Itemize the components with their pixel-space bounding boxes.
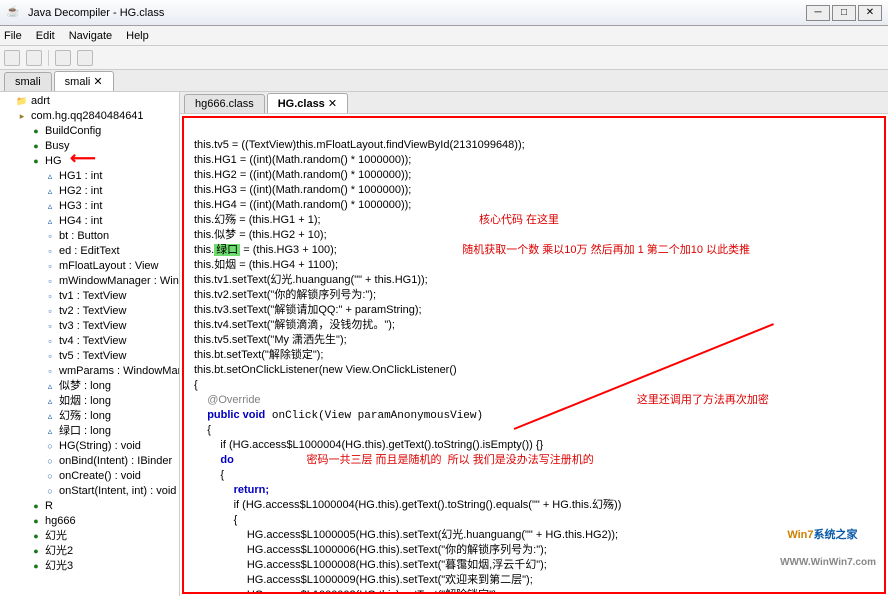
code-line: this.如烟 = (this.HG4 + 1100); [194,259,338,271]
tree-hg2[interactable]: ▵HG2 : int [44,184,177,199]
toolbar [0,46,888,70]
inner-tabbar: hg666.class HG.class ✕ [180,92,888,114]
tree-hg1[interactable]: ▵HG1 : int [44,169,177,184]
code-line: return; [234,484,269,496]
menu-help[interactable]: Help [126,30,149,42]
app-icon: ☕ [6,5,22,21]
code-line: this.HG4 = ((int)(Math.random() * 100000… [194,199,411,211]
tree-tv3[interactable]: ▫tv3 : TextView [44,319,177,334]
tree-r[interactable]: ●R [30,499,177,514]
forward-icon[interactable] [77,50,93,66]
code-line: if (HG.access$L1000004(HG.this).getText(… [220,439,543,451]
tree-wmp[interactable]: ▫wmParams : WindowManager.Lay [44,364,177,379]
highlight: 绿口 [214,244,240,256]
tab-hgclass[interactable]: HG.class ✕ [267,93,348,113]
tree-hg3[interactable]: ▵HG3 : int [44,199,177,214]
code-line: this.tv3.setText("解锁请加QQ:" + paramString… [194,304,422,316]
tree-hg3c[interactable]: ●幻光2 [30,544,177,559]
code-line: this.HG1 = ((int)(Math.random() * 100000… [194,154,411,166]
titlebar: ☕ Java Decompiler - HG.class ─ □ ✕ [0,0,888,26]
tree-tv2[interactable]: ▫tv2 : TextView [44,304,177,319]
tree-busy[interactable]: ●Busy [30,139,177,154]
code-line: { [234,514,238,526]
red-annotation-line [514,323,774,430]
minimize-button[interactable]: ─ [806,5,830,21]
code-line: HG.access$L1000009(HG.this).setText("欢迎来… [247,574,533,586]
code-line: HG.access$L1000006(HG.this).setText("你的解… [247,544,547,556]
editor-panel: hg666.class HG.class ✕ this.tv5 = ((Text… [180,92,888,596]
code-line: HG.access$L1000003(HG.this).setText("解除锁… [247,589,500,594]
tree-mwm[interactable]: ▫mWindowManager : WindowMan [44,274,177,289]
tree-buildconfig[interactable]: ●BuildConfig [30,124,177,139]
code-line: @Override [207,394,260,406]
tree-ed[interactable]: ▫ed : EditText [44,244,177,259]
tree-tv5[interactable]: ▫tv5 : TextView [44,349,177,364]
code-line: this.tv2.setText("你的解锁序列号为:"); [194,289,376,301]
window-buttons: ─ □ ✕ [806,5,882,21]
tree-panel[interactable]: 📁adrt ▸com.hg.qq2840484641 ●BuildConfig … [0,92,180,596]
code-line: do [220,454,233,466]
tree-lvkou[interactable]: ▵绿口 : long [44,424,177,439]
tree-pkg[interactable]: ▸com.hg.qq2840484641 ●BuildConfig ●Busy … [16,109,177,574]
tree-hg2c[interactable]: ●幻光 [30,529,177,544]
menu-navigate[interactable]: Navigate [69,30,112,42]
tree-hgstr[interactable]: ○HG(String) : void [44,439,177,454]
watermark: Win7系统之家 WWW.WinWin7.com [780,513,876,584]
tab-smali-2[interactable]: smali ✕ [54,71,114,91]
open-icon[interactable] [4,50,20,66]
code-line: HG.access$L1000005(HG.this).setText(幻光.h… [247,529,618,541]
tree-bt[interactable]: ▫bt : Button [44,229,177,244]
tree-simeng[interactable]: ▵似梦 : long [44,379,177,394]
maximize-button[interactable]: □ [832,5,856,21]
main: 📁adrt ▸com.hg.qq2840484641 ●BuildConfig … [0,92,888,596]
code-line: { [207,424,211,436]
tree-adrt[interactable]: 📁adrt [16,94,177,109]
outer-tabbar: smali smali ✕ [0,70,888,92]
tree-hg666[interactable]: ●hg666 [30,514,177,529]
tab-hg666[interactable]: hg666.class [184,94,265,113]
tree-onstart[interactable]: ○onStart(Intent, int) : void [44,484,177,499]
code-line: this. [194,244,214,256]
menu-edit[interactable]: Edit [36,30,55,42]
code-line: if (HG.access$L1000004(HG.this).getText(… [234,499,622,511]
code-line: { [194,379,198,391]
code-line: this.tv5.setText("My 潇洒先生"); [194,334,347,346]
code-editor[interactable]: this.tv5 = ((TextView)this.mFloatLayout.… [182,116,886,594]
tree-hg[interactable]: ●HG⟵ ▵HG1 : int ▵HG2 : int ▵HG3 : int ▵H… [30,154,177,499]
red-arrow-icon: ⟵ [70,151,96,166]
tree-huanshang[interactable]: ▵幻殇 : long [44,409,177,424]
menu-file[interactable]: File [4,30,22,42]
code-line: this.tv4.setText("解锁滴滴，没钱勿扰。"); [194,319,395,331]
tree-onbind[interactable]: ○onBind(Intent) : IBinder [44,454,177,469]
code-line: this.bt.setOnClickListener(new View.OnCl… [194,364,457,376]
code-line: HG.access$L1000008(HG.this).setText("暮霭如… [247,559,547,571]
annotation-1: 核心代码 在这里 [479,214,559,226]
close-button[interactable]: ✕ [858,5,882,21]
tree-oncreate[interactable]: ○onCreate() : void [44,469,177,484]
code-line: { [220,469,224,481]
window-title: Java Decompiler - HG.class [28,7,164,19]
code-line: this.HG2 = ((int)(Math.random() * 100000… [194,169,411,181]
back-icon[interactable] [55,50,71,66]
code-line: this.幻殇 = (this.HG1 + 1); [194,214,321,226]
tree-hg4c[interactable]: ●幻光3 [30,559,177,574]
code-line: this.tv5 = ((TextView)this.mFloatLayout.… [194,139,525,151]
tree-mfloat[interactable]: ▫mFloatLayout : View [44,259,177,274]
tree-tv4[interactable]: ▫tv4 : TextView [44,334,177,349]
code-line: this.似梦 = (this.HG2 + 10); [194,229,327,241]
save-icon[interactable] [26,50,42,66]
tree-rumeng[interactable]: ▵如烟 : long [44,394,177,409]
tab-smali-1[interactable]: smali [4,72,52,91]
annotation-4: 这里还调用了方法再次加密 [637,394,769,406]
separator [48,50,49,66]
tree-tv1[interactable]: ▫tv1 : TextView [44,289,177,304]
menubar: File Edit Navigate Help [0,26,888,46]
code-line: this.HG3 = ((int)(Math.random() * 100000… [194,184,411,196]
annotation-2: 随机获取一个数 乘以10万 然后再加 1 第二个加10 以此类推 [462,244,750,256]
tree-hg4[interactable]: ▵HG4 : int [44,214,177,229]
code-line: this.tv1.setText(幻光.huanguang("" + this.… [194,274,428,286]
annotation-3: 密码一共三层 而且是随机的 所以 我们是没办法写注册机的 [306,454,593,466]
code-line: this.bt.setText("解除锁定"); [194,349,323,361]
